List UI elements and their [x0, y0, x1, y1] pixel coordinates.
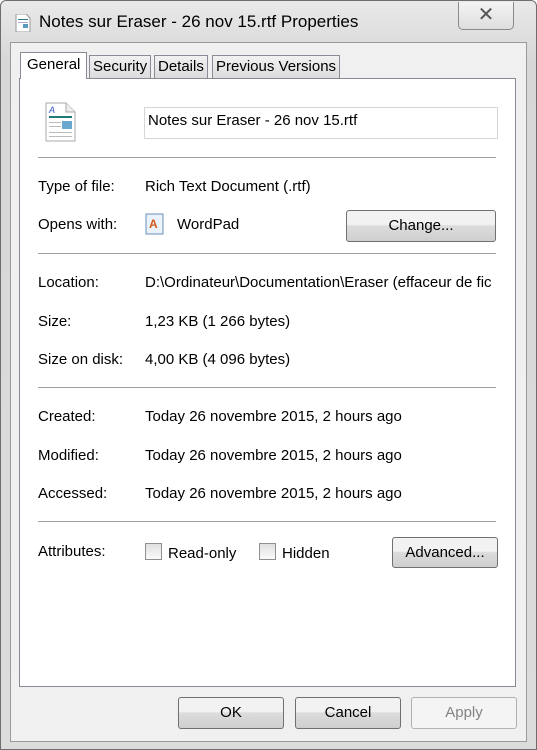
- size-on-disk-value: 4,00 KB (4 096 bytes): [145, 351, 291, 368]
- divider: [38, 157, 496, 158]
- location-label: Location:: [38, 274, 99, 291]
- advanced-button[interactable]: Advanced...: [392, 537, 498, 568]
- attributes-label: Attributes:: [38, 543, 106, 560]
- svg-text:A: A: [48, 105, 55, 115]
- opens-with-label: Opens with:: [38, 216, 118, 233]
- cancel-button[interactable]: Cancel: [295, 697, 401, 729]
- modified-label: Modified:: [38, 447, 99, 464]
- accessed-label: Accessed:: [38, 485, 108, 502]
- ok-button[interactable]: OK: [178, 697, 284, 729]
- file-name-input[interactable]: Notes sur Eraser - 26 nov 15.rtf: [144, 107, 498, 139]
- svg-text:A: A: [149, 217, 158, 231]
- size-on-disk-label: Size on disk:: [38, 351, 124, 368]
- tab-previous-versions[interactable]: Previous Versions: [212, 55, 341, 78]
- read-only-label[interactable]: Read-only: [168, 545, 236, 562]
- tab-general[interactable]: General: [20, 52, 88, 79]
- read-only-checkbox[interactable]: [145, 543, 162, 560]
- created-value: Today 26 novembre 2015, 2 hours ago: [145, 408, 402, 425]
- type-label: Type of file:: [38, 178, 115, 195]
- general-panel: [19, 78, 516, 687]
- wordpad-icon: A: [145, 213, 164, 235]
- size-label: Size:: [38, 313, 72, 330]
- modified-value: Today 26 novembre 2015, 2 hours ago: [145, 447, 402, 464]
- accessed-value: Today 26 novembre 2015, 2 hours ago: [145, 485, 402, 502]
- tab-details[interactable]: Details: [154, 55, 208, 78]
- divider: [38, 521, 496, 522]
- divider: [38, 387, 496, 388]
- hidden-label[interactable]: Hidden: [282, 545, 330, 562]
- apply-button[interactable]: Apply: [411, 697, 517, 729]
- tab-security[interactable]: Security: [89, 55, 152, 78]
- hidden-checkbox[interactable]: [259, 543, 276, 560]
- divider: [38, 253, 496, 254]
- change-button[interactable]: Change...: [346, 210, 496, 242]
- window-title: Notes sur Eraser - 26 nov 15.rtf Propert…: [39, 12, 359, 31]
- rtf-file-icon: [15, 14, 31, 32]
- rtf-document-icon: A: [45, 102, 76, 142]
- type-value: Rich Text Document (.rtf): [145, 178, 311, 195]
- close-button[interactable]: ✕: [458, 2, 514, 30]
- opens-with-value: WordPad: [177, 216, 240, 233]
- size-value: 1,23 KB (1 266 bytes): [145, 313, 291, 330]
- location-value: D:\Ordinateur\Documentation\Eraser (effa…: [145, 274, 492, 291]
- created-label: Created:: [38, 408, 96, 425]
